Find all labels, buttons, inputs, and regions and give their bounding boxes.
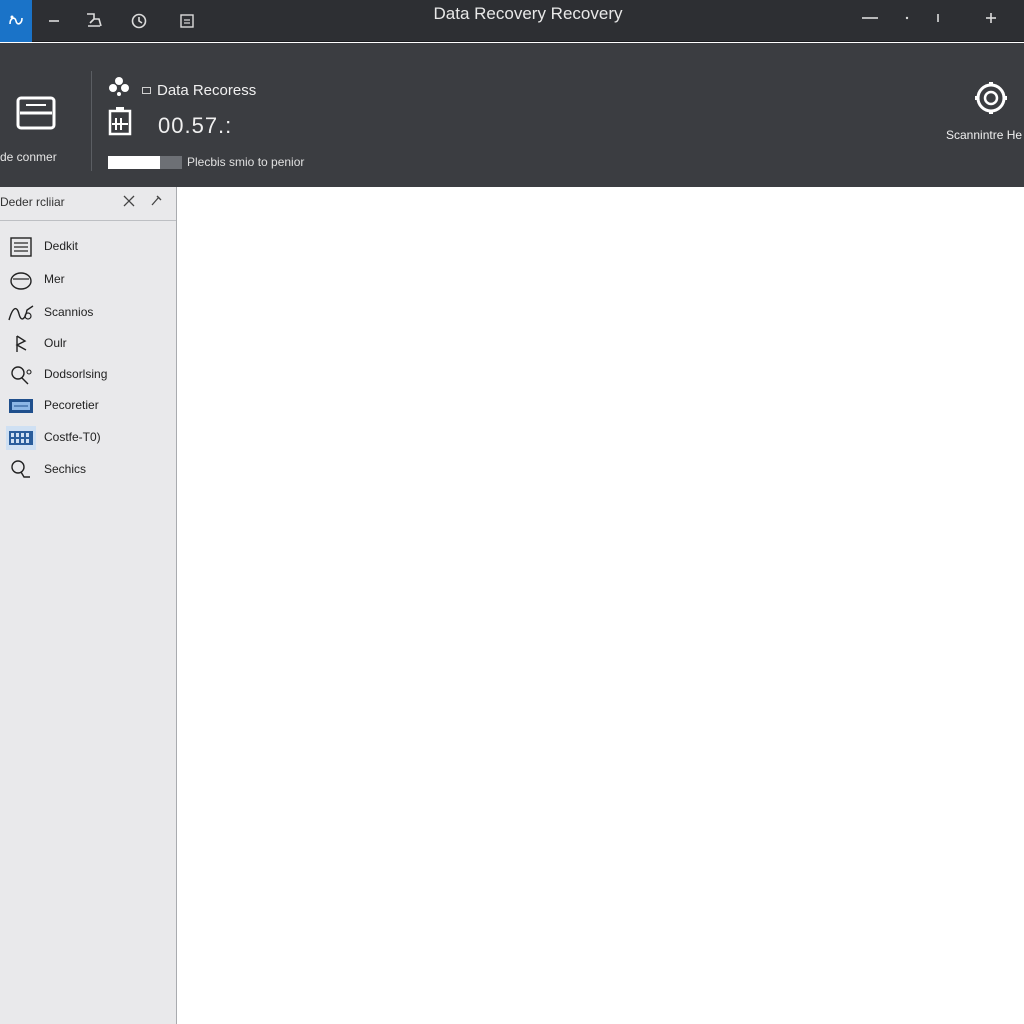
sidebar-item-dedkit[interactable]: Dedkit xyxy=(0,233,176,261)
sidebar-item-sechics[interactable]: Sechics xyxy=(0,456,176,484)
sidebar-item-label: Scannios xyxy=(44,305,94,319)
sidebar-item-label: Oulr xyxy=(44,336,67,350)
sidebar-item-dodsorlsing[interactable]: Dodsorlsing xyxy=(0,361,176,389)
sidebar-item-label: Dodsorlsing xyxy=(44,367,108,381)
sidebar-item-costfe[interactable]: Costfe-T0) xyxy=(0,424,176,452)
scan-wave-icon xyxy=(6,301,36,325)
search-people-icon xyxy=(6,363,36,387)
sidebar-item-label: Sechics xyxy=(44,462,87,476)
sidebar-item-scannios[interactable]: Scannios xyxy=(0,299,176,327)
sidebar-item-label: Mer xyxy=(44,272,65,286)
main-content xyxy=(178,187,1024,1024)
ribbon-divider xyxy=(91,71,92,171)
panel-icon xyxy=(6,394,36,418)
magnifier-icon xyxy=(6,458,36,482)
sidebar-item-label: Pecoretier xyxy=(44,398,99,412)
dot-icon[interactable] xyxy=(895,8,919,28)
settings-icon[interactable] xyxy=(974,81,1008,115)
header-ribbon: de conmer Data Recoress 00.57.: Plecbis … xyxy=(0,43,1024,187)
box-icon xyxy=(142,87,151,94)
fan-icon xyxy=(108,76,130,98)
battery-icon xyxy=(108,106,132,136)
progress-fill xyxy=(108,156,160,169)
document-icon xyxy=(6,235,36,259)
sidebar-item-pecoretier[interactable]: Pecoretier xyxy=(0,392,176,420)
sidebar-item-oulr[interactable]: Oulr xyxy=(0,330,176,358)
disk-icon xyxy=(6,268,36,292)
device-label: de conmer xyxy=(0,150,57,164)
header-title: Data Recoress xyxy=(157,82,257,99)
grid-icon xyxy=(6,426,36,450)
close-icon[interactable] xyxy=(121,193,137,209)
sidebar: Deder rcliiar Dedkit Mer Scannios Oulr D… xyxy=(0,187,177,1024)
sidebar-title: Deder rcliiar xyxy=(0,195,65,209)
elapsed-value: 00.57.: xyxy=(158,113,233,138)
output-icon xyxy=(6,332,36,356)
header-title-row: Data Recoress xyxy=(142,82,256,99)
more-icon[interactable] xyxy=(926,8,950,28)
sidebar-item-label: Costfe-T0) xyxy=(44,430,101,444)
progress-text: Plecbis smio to penior xyxy=(187,155,305,169)
minimize-icon[interactable] xyxy=(858,8,882,28)
drive-icon[interactable] xyxy=(16,96,56,130)
scan-label[interactable]: Scannintre He xyxy=(946,128,1022,142)
sidebar-item-label: Dedkit xyxy=(44,239,79,253)
pin-icon[interactable] xyxy=(148,193,164,209)
progress-bar xyxy=(108,156,182,169)
add-icon[interactable] xyxy=(979,8,1003,28)
sidebar-item-mer[interactable]: Mer xyxy=(0,266,176,294)
sidebar-header: Deder rcliiar xyxy=(0,187,176,221)
title-bar: Data Recovery Recovery xyxy=(0,0,1024,42)
